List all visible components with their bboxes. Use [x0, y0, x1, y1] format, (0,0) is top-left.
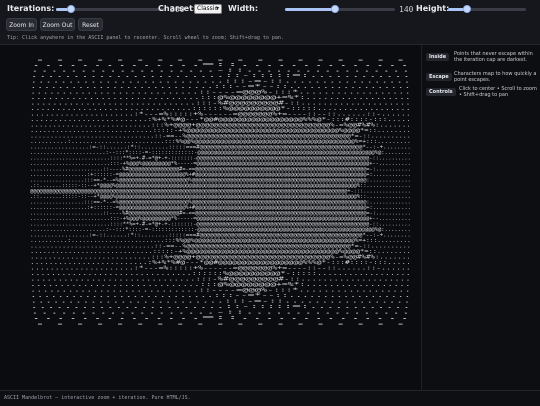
footer: ASCII Mandelbrot — interactive zoom + it…	[0, 390, 540, 406]
ascii-panel[interactable]: ................... ..............=::...…	[0, 45, 421, 390]
legend-item-inside: Inside Points that never escape within t…	[426, 51, 538, 71]
chevron-down-icon: ▾	[215, 5, 219, 12]
charset-select[interactable]: Classic ▾	[194, 4, 222, 14]
legend-tag-escape: Escape	[426, 73, 452, 81]
tip-text: Tip: Click anywhere in the ASCII panel t…	[7, 35, 284, 41]
toolbar: Iterations: 300 Charset: Classic ▾ Width…	[0, 0, 540, 45]
legend-tag-controls: Controls	[426, 88, 456, 96]
width-slider[interactable]	[285, 5, 395, 13]
legend-item-escape: Escape Characters map to how quickly a p…	[426, 71, 538, 87]
footer-text: ASCII Mandelbrot — interactive zoom + it…	[4, 395, 191, 401]
reset-button[interactable]: Reset	[78, 18, 103, 31]
legend-tag-inside: Inside	[426, 53, 450, 61]
legend-item-controls: Controls Click to center • Scroll to zoo…	[426, 86, 538, 106]
ascii-row: ...................	[30, 321, 411, 327]
width-label: Width:	[228, 4, 259, 13]
legend-text-inside: Points that never escape within the iter…	[454, 51, 533, 63]
iterations-slider[interactable]	[56, 5, 166, 13]
height-label: Height:	[416, 4, 450, 13]
ascii-mandelbrot-render: ................... ..............=::...…	[30, 57, 411, 327]
height-slider-thumb[interactable]	[462, 5, 471, 13]
width-value: 140	[399, 5, 414, 14]
legend-text-escape: Characters map to how quickly a point es…	[454, 71, 537, 83]
width-slider-fill	[285, 8, 335, 11]
legend-text-controls: Click to center • Scroll to zoom • Shift…	[459, 86, 537, 98]
charset-selected: Classic	[197, 5, 218, 12]
legend-panel: Inside Points that never escape within t…	[421, 45, 540, 390]
iterations-slider-thumb[interactable]	[67, 5, 76, 13]
width-slider-thumb[interactable]	[330, 5, 339, 13]
charset-label: Charset:	[158, 4, 197, 13]
iterations-label: Iterations:	[7, 4, 55, 13]
height-slider-visible[interactable]	[448, 5, 526, 13]
zoom-in-button[interactable]: Zoom In	[6, 18, 37, 31]
zoom-out-button[interactable]: Zoom Out	[40, 18, 75, 31]
